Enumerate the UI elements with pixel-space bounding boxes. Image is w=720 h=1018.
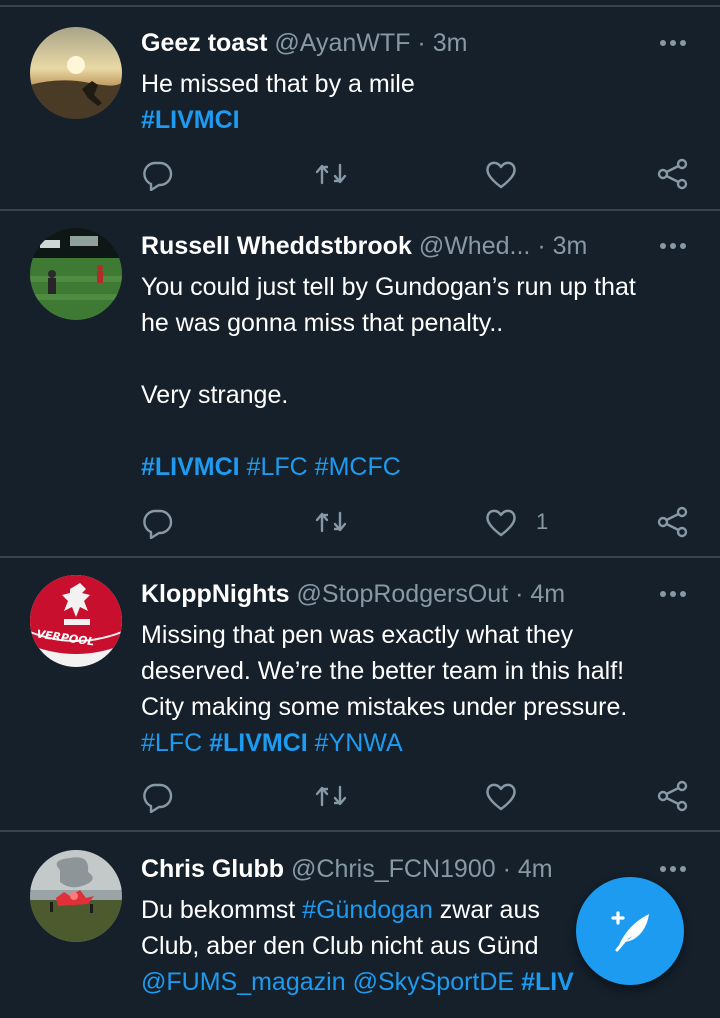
tweet-text-segment: Du bekommst [141,896,303,924]
separator-dot: · [417,29,426,57]
tweet-text-line: he was gonna miss that penalty.. [141,309,504,337]
hashtag-link[interactable]: #LIVMCI [141,453,240,481]
avatar[interactable] [30,850,122,942]
separator-dot: · [537,232,546,260]
tweet-text: You could just tell by Gundogan’s run up… [141,269,701,485]
separator-dot: · [515,580,524,608]
timestamp[interactable]: 3m [553,232,588,260]
tweet-actions [0,779,720,815]
user-handle[interactable]: @StopRodgersOut [297,580,509,608]
hashtag-link[interactable]: #YNWA [315,729,403,757]
tweet-actions: 1 [0,505,720,541]
compose-button[interactable] [576,877,684,985]
hashtag-link[interactable]: #LFC [141,729,202,757]
sunset-avatar-image [30,27,122,119]
avatar[interactable] [30,27,122,119]
tweet-text: He missed that by a mile #LIVMCI [141,66,701,138]
like-count: 1 [536,509,549,534]
reply-bubble-icon[interactable] [140,157,174,191]
timestamp[interactable]: 3m [433,29,468,57]
timeline: Geez toast @AyanWTF · 3m He missed that … [0,0,720,1018]
tweet[interactable]: Geez toast @AyanWTF · 3m He missed that … [0,0,720,210]
retweet-arrows-icon[interactable] [314,505,348,539]
more-dots-icon[interactable] [658,589,688,599]
tweet-header: KloppNights @StopRodgersOut · 4m [141,577,680,611]
tweet-header: Geez toast @AyanWTF · 3m [141,26,680,60]
share-icon[interactable] [656,505,690,539]
tweet-header: Chris Glubb @Chris_FCN1900 · 4m [141,852,680,886]
hashtag-link[interactable]: #LIVMCI [141,106,240,134]
user-handle[interactable]: @AyanWTF [274,29,410,57]
mention-link[interactable]: @FUMS_magazin [141,968,346,996]
tweet-text-line: He missed that by a mile [141,70,415,98]
compose-feather-icon [611,911,649,952]
stadium-avatar-image [30,228,122,320]
hashtag-line: #LFC #LIVMCI #YNWA [141,725,701,761]
tweet-text-segment: zwar aus [432,896,540,924]
display-name[interactable]: Geez toast [141,29,267,57]
retweet-arrows-icon[interactable] [314,779,348,813]
user-handle[interactable]: @Chris_FCN1900 [291,855,496,883]
reply-bubble-icon[interactable] [140,505,174,539]
more-dots-icon[interactable] [658,864,688,874]
display-name[interactable]: KloppNights [141,580,290,608]
flare-avatar-image [30,850,122,942]
tweet-text-line: deserved. We’re the better team in this … [141,657,625,685]
hashtag-link[interactable]: #LIV [521,968,574,996]
tweet-actions [0,157,720,193]
share-icon[interactable] [656,779,690,813]
separator-dot: · [502,855,511,883]
display-name[interactable]: Chris Glubb [141,855,284,883]
tweet-header: Russell Wheddstbrook @Whed... · 3m [141,229,680,263]
more-dots-icon[interactable] [658,38,688,48]
user-handle[interactable]: @Whed... [419,232,531,260]
hashtag-line: #LIVMCI #LFC #MCFC [141,449,701,485]
more-dots-icon[interactable] [658,241,688,251]
hashtag-link[interactable]: #LFC [247,453,308,481]
display-name[interactable]: Russell Wheddstbrook [141,232,412,260]
avatar[interactable] [30,228,122,320]
tweet-text-line: Missing that pen was exactly what they [141,621,574,649]
tweet[interactable]: VERPOOL KloppNights @StopRodgersOut · 4m… [0,558,720,830]
heart-icon[interactable] [484,779,518,813]
hashtag-link[interactable]: #MCFC [315,453,401,481]
liverbird-avatar-image: VERPOOL [30,575,122,667]
hashtag-link[interactable]: #LIVMCI [209,729,308,757]
tweet-text-line: Very strange. [141,381,289,409]
share-icon[interactable] [656,157,690,191]
tweet-text-line: City making some mistakes under pressure… [141,693,628,721]
hashtag-link[interactable]: #Gündogan [302,896,433,924]
reply-bubble-icon[interactable] [140,779,174,813]
timestamp[interactable]: 4m [530,580,565,608]
hashtag-line: #LIVMCI [141,102,701,138]
avatar[interactable]: VERPOOL [30,575,122,667]
tweet-text-line: You could just tell by Gundogan’s run up… [141,273,636,301]
tweet-text: Missing that pen was exactly what they d… [141,617,701,761]
heart-icon[interactable] [484,157,518,191]
timestamp[interactable]: 4m [518,855,553,883]
heart-icon[interactable] [484,505,518,539]
tweet[interactable]: Russell Wheddstbrook @Whed... · 3m You c… [0,211,720,557]
mention-link[interactable]: @SkySportDE [353,968,515,996]
retweet-arrows-icon[interactable] [314,157,348,191]
